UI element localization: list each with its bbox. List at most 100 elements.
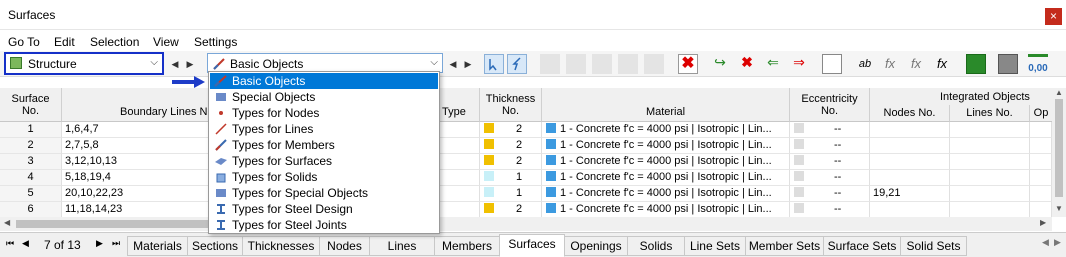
table-icon[interactable] [566, 54, 586, 74]
next-page-icon[interactable]: ▶ [96, 238, 103, 249]
next-button[interactable]: ▶ [183, 55, 197, 73]
type-cell[interactable] [440, 170, 480, 186]
dropdown-item[interactable]: Types for Steel Design [210, 201, 438, 217]
dropdown-item[interactable]: Basic Objects [210, 73, 438, 89]
ab-sum-icon[interactable]: ab [855, 54, 875, 74]
menu-edit[interactable]: Edit [54, 35, 75, 49]
import-icon[interactable]: ↪ [710, 54, 730, 74]
decimal-icon[interactable]: 0,00 [1028, 54, 1048, 74]
table-icon[interactable] [618, 54, 638, 74]
nodes-cell[interactable] [870, 122, 950, 138]
delete-icon[interactable]: ✖ [737, 54, 757, 74]
type-cell[interactable] [440, 138, 480, 154]
eccentricity-cell[interactable]: -- [790, 186, 870, 202]
nodes-cell[interactable] [870, 154, 950, 170]
arrow-left-icon[interactable]: ⇐ [763, 54, 783, 74]
row-number[interactable]: 4 [0, 170, 62, 186]
nodes-cell[interactable] [870, 170, 950, 186]
tab-materials[interactable]: Materials [127, 236, 188, 256]
scroll-thumb[interactable] [1055, 99, 1063, 197]
type-cell[interactable] [440, 202, 480, 218]
lines-cell[interactable] [950, 154, 1030, 170]
first-page-icon[interactable]: ⏮ [6, 238, 14, 249]
tab-surface-sets[interactable]: Surface Sets [823, 236, 901, 256]
nodes-cell[interactable]: 19,21 [870, 186, 950, 202]
dropdown-item[interactable]: Types for Solids [210, 169, 438, 185]
eccentricity-cell[interactable]: -- [790, 138, 870, 154]
op-cell[interactable] [1030, 122, 1052, 138]
print-icon[interactable] [998, 54, 1018, 74]
menu-goto[interactable]: Go To [8, 35, 40, 49]
lines-cell[interactable] [950, 170, 1030, 186]
thickness-cell[interactable]: 1 [480, 170, 542, 186]
thickness-cell[interactable]: 2 [480, 122, 542, 138]
tabs-next-icon[interactable]: ▶ [1054, 237, 1061, 248]
row-number[interactable]: 2 [0, 138, 62, 154]
row-number[interactable]: 5 [0, 186, 62, 202]
next-button[interactable]: ▶ [461, 55, 475, 73]
scroll-thumb[interactable] [16, 220, 236, 228]
row-number[interactable]: 1 [0, 122, 62, 138]
window-icon[interactable] [822, 54, 842, 74]
op-cell[interactable] [1030, 170, 1052, 186]
type-cell[interactable] [440, 122, 480, 138]
row-number[interactable]: 6 [0, 202, 62, 218]
prev-page-icon[interactable]: ◀ [22, 238, 29, 249]
dropdown-item[interactable]: Types for Nodes [210, 105, 438, 121]
close-button[interactable]: × [1045, 8, 1062, 25]
tab-surfaces[interactable]: Surfaces [499, 234, 565, 257]
scroll-right-icon[interactable]: ▶ [1040, 218, 1046, 227]
tab-lines[interactable]: Lines [369, 236, 435, 256]
row-number[interactable]: 3 [0, 154, 62, 170]
thickness-cell[interactable]: 2 [480, 202, 542, 218]
fx-x-icon[interactable]: fx [906, 54, 926, 74]
horizontal-scrollbar[interactable]: ◀ ▶ [0, 217, 1052, 231]
tab-member-sets[interactable]: Member Sets [745, 236, 824, 256]
tab-sections[interactable]: Sections [187, 236, 243, 256]
dropdown-item[interactable]: Types for Steel Joints [210, 217, 438, 233]
op-cell[interactable] [1030, 202, 1052, 218]
op-cell[interactable] [1030, 186, 1052, 202]
prev-button[interactable]: ◀ [446, 55, 460, 73]
material-cell[interactable]: 1 - Concrete f'c = 4000 psi | Isotropic … [542, 170, 790, 186]
structure-combo[interactable]: Structure ⌵ [4, 52, 164, 75]
object-type-combo[interactable]: Basic Objects ⌵ [207, 53, 443, 73]
last-page-icon[interactable]: ⏭ [112, 238, 120, 249]
eccentricity-cell[interactable]: -- [790, 202, 870, 218]
tab-members[interactable]: Members [434, 236, 500, 256]
material-cell[interactable]: 1 - Concrete f'c = 4000 psi | Isotropic … [542, 202, 790, 218]
tab-thicknesses[interactable]: Thicknesses [242, 236, 320, 256]
tab-solid-sets[interactable]: Solid Sets [900, 236, 967, 256]
lines-cell[interactable] [950, 186, 1030, 202]
nodes-cell[interactable] [870, 138, 950, 154]
thickness-cell[interactable]: 1 [480, 186, 542, 202]
table-icon[interactable] [592, 54, 612, 74]
material-cell[interactable]: 1 - Concrete f'c = 4000 psi | Isotropic … [542, 154, 790, 170]
eccentricity-cell[interactable]: -- [790, 122, 870, 138]
material-cell[interactable]: 1 - Concrete f'c = 4000 psi | Isotropic … [542, 122, 790, 138]
dropdown-item[interactable]: Special Objects [210, 89, 438, 105]
material-cell[interactable]: 1 - Concrete f'c = 4000 psi | Isotropic … [542, 138, 790, 154]
tab-nodes[interactable]: Nodes [319, 236, 370, 256]
op-cell[interactable] [1030, 154, 1052, 170]
scroll-down-icon[interactable]: ▼ [1055, 204, 1063, 213]
lines-cell[interactable] [950, 122, 1030, 138]
nodes-cell[interactable] [870, 202, 950, 218]
lines-cell[interactable] [950, 202, 1030, 218]
table-icon[interactable] [644, 54, 664, 74]
excel-icon[interactable] [966, 54, 986, 74]
arrow-right-icon[interactable]: ⇒ [789, 54, 809, 74]
material-cell[interactable]: 1 - Concrete f'c = 4000 psi | Isotropic … [542, 186, 790, 202]
menu-settings[interactable]: Settings [194, 35, 237, 49]
eccentricity-cell[interactable]: -- [790, 170, 870, 186]
tab-solids[interactable]: Solids [627, 236, 685, 256]
prev-button[interactable]: ◀ [168, 55, 182, 73]
table-icon[interactable] [540, 54, 560, 74]
fx-icon[interactable]: fx [880, 54, 900, 74]
tab-line-sets[interactable]: Line Sets [684, 236, 746, 256]
lines-cell[interactable] [950, 138, 1030, 154]
tabs-prev-icon[interactable]: ◀ [1042, 237, 1049, 248]
thickness-cell[interactable]: 2 [480, 138, 542, 154]
delete-icon[interactable]: ✖ [678, 54, 698, 74]
dropdown-item[interactable]: Types for Special Objects [210, 185, 438, 201]
